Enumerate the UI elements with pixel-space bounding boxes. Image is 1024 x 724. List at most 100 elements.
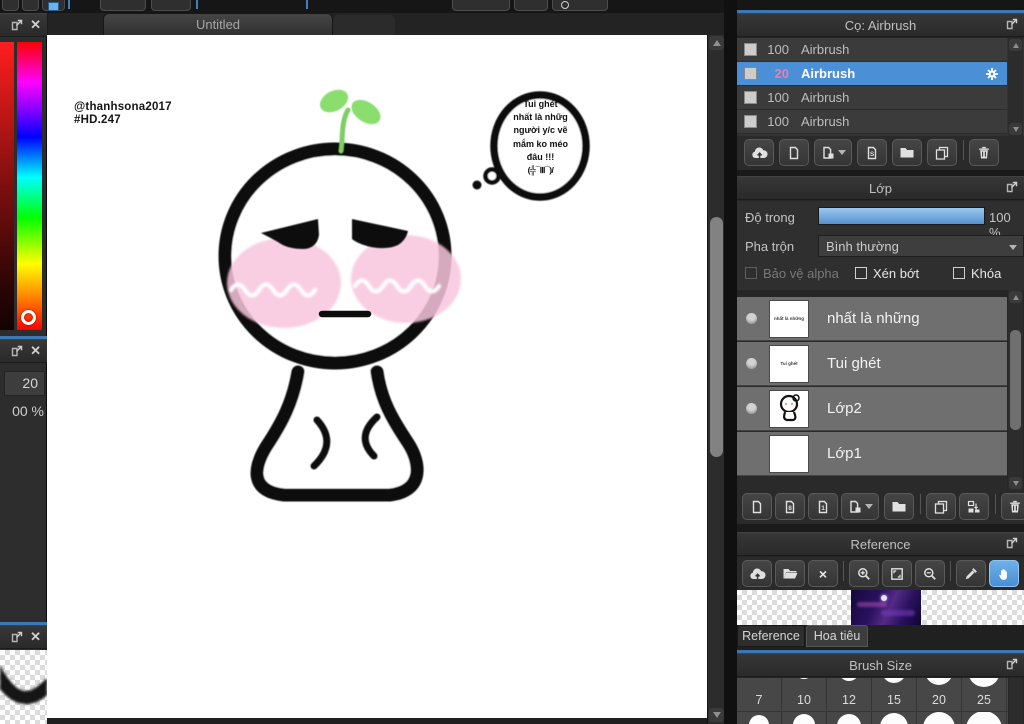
brush-size-cell[interactable]: 7 <box>737 678 782 724</box>
scroll-down-button[interactable] <box>1009 477 1022 489</box>
brush-opacity: 100 <box>767 114 789 129</box>
chevron-down-icon <box>1009 245 1017 250</box>
document-tab[interactable]: Untitled <box>103 13 333 35</box>
protect-alpha-checkbox[interactable] <box>745 267 757 279</box>
popout-icon[interactable] <box>11 631 23 643</box>
brush-size-cell[interactable]: 10 <box>782 678 827 724</box>
fit-view-button[interactable] <box>882 560 912 587</box>
scroll-up-button[interactable] <box>1009 291 1022 303</box>
layer-visible-icon[interactable] <box>746 313 757 324</box>
scroll-down-button[interactable] <box>1009 123 1022 135</box>
reference-image[interactable] <box>851 590 921 625</box>
cloud-upload-button[interactable] <box>742 560 772 587</box>
new-1bit-layer-button[interactable]: 1 <box>808 493 838 520</box>
protect-alpha-label: Bảo vệ alpha <box>763 266 839 281</box>
brush-size-grid: 7 10 12 15 20 25 <box>737 678 1024 724</box>
add-layer-menu-button[interactable] <box>841 493 879 520</box>
popout-icon[interactable] <box>1006 18 1018 30</box>
new-brush-button[interactable] <box>779 139 809 166</box>
hand-tool-button[interactable] <box>989 560 1019 587</box>
new-layer-button[interactable] <box>742 493 772 520</box>
duplicate-brush-button[interactable] <box>927 139 957 166</box>
scroll-down-button[interactable] <box>709 708 724 722</box>
scroll-up-button[interactable] <box>1009 39 1022 51</box>
delete-brush-button[interactable] <box>969 139 999 166</box>
color-sv-square[interactable] <box>0 42 14 330</box>
close-icon[interactable]: ✕ <box>30 630 41 644</box>
brush-size-cell[interactable]: 25 <box>962 678 1007 724</box>
blend-mode-dropdown[interactable]: Bình thường <box>818 235 1024 257</box>
popout-icon[interactable] <box>1006 537 1018 549</box>
script-brush-button[interactable]: S <box>857 139 887 166</box>
close-icon[interactable]: ✕ <box>30 344 41 358</box>
panel-splitter[interactable] <box>737 524 1024 532</box>
scrollbar-thumb[interactable] <box>1010 330 1021 430</box>
brush-size-cell[interactable]: 12 <box>827 678 872 724</box>
layer-visible-icon[interactable] <box>746 403 757 414</box>
layer-visible-icon[interactable] <box>746 358 757 369</box>
brush-color-swatch <box>744 67 757 80</box>
new-8bit-layer-button[interactable]: 8 <box>775 493 805 520</box>
reference-image-area[interactable] <box>737 590 1024 625</box>
brush-size-scrollbar[interactable] <box>1009 678 1023 724</box>
toolbar-button-fragment[interactable] <box>452 0 510 11</box>
brush-item-selected[interactable]: 20 Airbrush <box>737 62 1007 86</box>
brush-item[interactable]: 100 Airbrush <box>737 86 1007 110</box>
cloud <box>857 602 887 607</box>
document-tab-inactive[interactable] <box>333 15 395 35</box>
cloud-upload-button[interactable] <box>744 139 774 166</box>
canvas-vertical-scrollbar[interactable] <box>707 35 724 724</box>
brush-size-panel-header: Brush Size <box>737 653 1024 677</box>
popout-icon[interactable] <box>1006 181 1018 193</box>
brush-settings-gear-icon[interactable] <box>985 67 999 81</box>
close-icon[interactable]: ✕ <box>30 18 41 32</box>
popout-icon[interactable] <box>1006 658 1018 670</box>
popout-icon[interactable] <box>11 19 23 31</box>
toolbar-button-fragment[interactable] <box>100 0 146 11</box>
layer-row[interactable]: Lớp2 <box>737 387 1007 431</box>
scrollbar-thumb[interactable] <box>710 217 723 457</box>
brush-folder-button[interactable] <box>892 139 922 166</box>
tab-hoa-tieu[interactable]: Hoa tiêu <box>806 625 868 647</box>
layer-row[interactable]: nhất là những nhất là những <box>737 297 1007 341</box>
scroll-up-button[interactable] <box>709 36 724 50</box>
add-brush-menu-button[interactable] <box>814 139 852 166</box>
layer-list-scrollbar[interactable] <box>1008 290 1023 490</box>
dock-splitter[interactable] <box>724 0 737 724</box>
popout-icon[interactable] <box>11 345 23 357</box>
hue-selector-ring[interactable] <box>21 310 36 325</box>
zoom-in-button[interactable] <box>849 560 879 587</box>
toolbar-button-fragment[interactable] <box>22 0 39 11</box>
toolbar-divider <box>920 494 921 514</box>
grid-tool-button-fragment[interactable] <box>42 0 65 11</box>
drawing-canvas[interactable]: @thanhsona2017 #HD.247 Tui ghét nhất là … <box>47 35 707 718</box>
clipping-checkbox[interactable] <box>855 267 867 279</box>
open-reference-button[interactable] <box>775 560 805 587</box>
toolbar-divider <box>995 494 996 514</box>
toolbar-button-fragment[interactable] <box>514 0 548 11</box>
toolbar-button-fragment[interactable] <box>151 0 191 11</box>
brush-item[interactable]: 100 Airbrush <box>737 38 1007 62</box>
clear-reference-button[interactable]: × <box>808 560 838 587</box>
lock-checkbox[interactable] <box>953 267 965 279</box>
brush-size-cell[interactable]: 20 <box>917 678 962 724</box>
toolbar-button-fragment[interactable] <box>2 0 19 11</box>
layer-row[interactable]: Lớp1 <box>737 432 1007 476</box>
tab-reference[interactable]: Reference <box>737 625 805 647</box>
duplicate-layer-button[interactable] <box>926 493 956 520</box>
opacity-slider[interactable] <box>818 207 985 225</box>
brush-size-field[interactable]: 20 <box>4 371 45 396</box>
character-artwork <box>218 89 590 502</box>
layer-row[interactable]: Tui ghét Tui ghét <box>737 342 1007 386</box>
delete-layer-button[interactable] <box>1001 493 1024 520</box>
eyedropper-button[interactable] <box>956 560 986 587</box>
zoom-out-button[interactable] <box>915 560 945 587</box>
zoom-control-fragment[interactable] <box>552 0 608 11</box>
brush-size-cell[interactable]: 15 <box>872 678 917 724</box>
hue-slider[interactable] <box>17 42 42 330</box>
merge-layer-button[interactable] <box>959 493 989 520</box>
brush-toolbar: S <box>737 136 1024 170</box>
layer-folder-button[interactable] <box>884 493 914 520</box>
brush-list-scrollbar[interactable] <box>1008 38 1023 136</box>
brush-item[interactable]: 100 Airbrush <box>737 110 1007 134</box>
